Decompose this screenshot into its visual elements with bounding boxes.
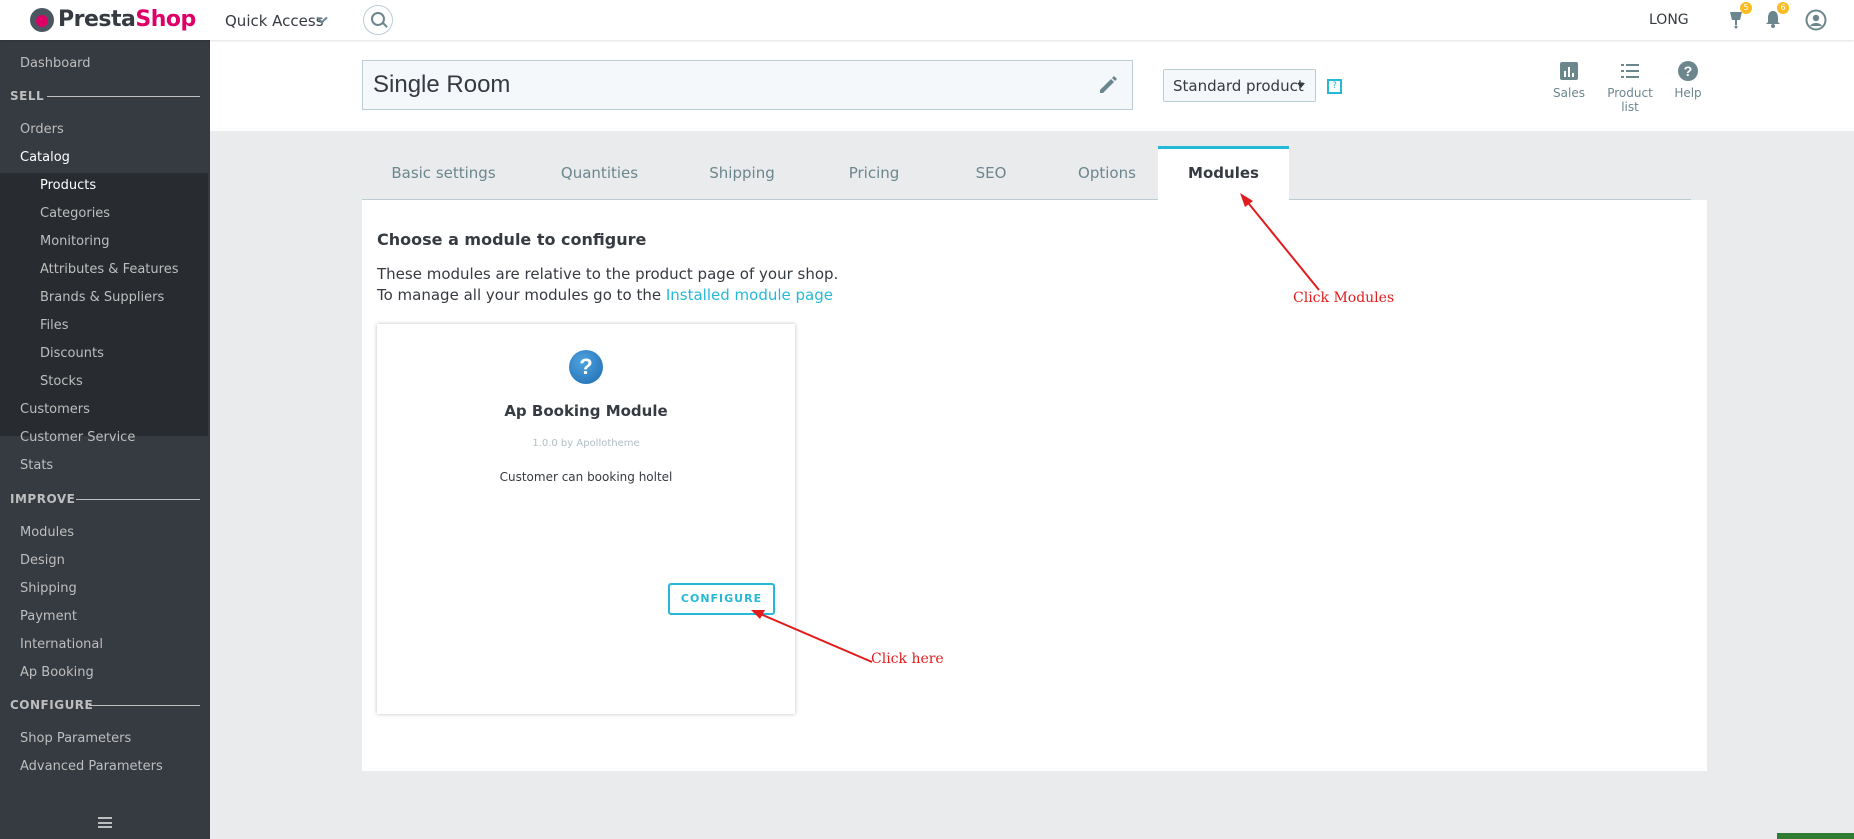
panel-title: Choose a module to configure	[377, 230, 647, 249]
annotation-click-here: Click here	[871, 651, 944, 667]
search-icon[interactable]	[363, 5, 393, 35]
quick-access-menu[interactable]: Quick Access	[225, 12, 324, 30]
sidebar-item-ap-booking[interactable]: Ap Booking	[20, 665, 94, 680]
help-icon: ?	[1677, 60, 1699, 82]
tab-shipping[interactable]: Shipping	[674, 146, 810, 200]
tab-seo[interactable]: SEO	[938, 146, 1044, 200]
product-type-select[interactable]: Standard product	[1163, 69, 1316, 102]
sidebar-item-products[interactable]: Products	[40, 178, 96, 193]
sidebar-item-files[interactable]: Files	[40, 318, 69, 333]
sidebar-section-sell: SELL	[10, 89, 45, 103]
installed-modules-link[interactable]: Installed module page	[666, 286, 833, 304]
sidebar-section-improve: IMPROVE	[10, 492, 76, 506]
product-type-help-icon[interactable]: ?	[1327, 79, 1342, 94]
sidebar-item-monitoring[interactable]: Monitoring	[40, 234, 110, 249]
annotation-click-modules: Click Modules	[1293, 290, 1395, 306]
section-divider	[76, 499, 200, 500]
tab-modules[interactable]: Modules	[1158, 146, 1289, 200]
product-name-input[interactable]: Single Room	[362, 60, 1133, 110]
sidebar-item-stats[interactable]: Stats	[20, 458, 53, 473]
panel-description-line2: To manage all your modules go to the Ins…	[377, 286, 833, 304]
sidebar-item-brands[interactable]: Brands & Suppliers	[40, 290, 164, 305]
tab-basic-settings[interactable]: Basic settings	[362, 146, 525, 200]
configure-button[interactable]: CONFIGURE	[668, 583, 775, 615]
sidebar-item-catalog[interactable]: Catalog	[20, 150, 70, 165]
tab-pricing[interactable]: Pricing	[812, 146, 936, 200]
sidebar-item-payment[interactable]: Payment	[20, 609, 77, 624]
svg-text:?: ?	[1684, 63, 1693, 79]
pencil-icon[interactable]	[1096, 73, 1120, 97]
sidebar-item-design[interactable]: Design	[20, 553, 65, 568]
sidebar-item-categories[interactable]: Categories	[40, 206, 110, 221]
puffin-logo-icon	[30, 7, 54, 32]
logo-text: PrestaShop	[58, 7, 196, 32]
menu-collapse-icon[interactable]	[98, 817, 112, 828]
module-description: Customer can booking holtel	[499, 470, 673, 484]
sales-button[interactable]: Sales	[1552, 60, 1586, 100]
orders-notification-icon[interactable]: 5	[1725, 2, 1752, 30]
orders-badge: 5	[1740, 2, 1752, 14]
panel-description: These modules are relative to the produc…	[377, 265, 839, 283]
module-question-icon: ?	[569, 350, 603, 384]
sidebar-item-customers[interactable]: Customers	[20, 402, 90, 417]
product-list-button[interactable]: Product list	[1597, 60, 1663, 114]
sidebar-item-discounts[interactable]: Discounts	[40, 346, 104, 361]
sidebar-item-advanced-parameters[interactable]: Advanced Parameters	[20, 759, 163, 774]
help-label: Help	[1674, 86, 1702, 100]
bell-icon[interactable]: 6	[1762, 2, 1789, 30]
sidebar-item-modules[interactable]: Modules	[20, 525, 74, 540]
prestashop-logo[interactable]: PrestaShop	[30, 7, 196, 32]
sidebar-section-configure: CONFIGURE	[10, 698, 94, 712]
top-header: PrestaShop Quick Access LONG 5 6	[0, 0, 1854, 40]
section-divider	[89, 705, 200, 706]
product-list-label: Product list	[1607, 86, 1653, 114]
list-icon	[1619, 60, 1641, 82]
tab-options[interactable]: Options	[1046, 146, 1168, 200]
sales-label: Sales	[1553, 86, 1585, 100]
sidebar-item-shipping[interactable]: Shipping	[20, 581, 77, 596]
sidebar-item-customer-service[interactable]: Customer Service	[20, 430, 135, 445]
chart-icon	[1558, 60, 1580, 82]
user-account-icon[interactable]	[1805, 9, 1827, 31]
sidebar-item-attributes[interactable]: Attributes & Features	[40, 262, 178, 277]
corner-widget[interactable]	[1777, 833, 1854, 839]
tab-quantities[interactable]: Quantities	[527, 146, 672, 200]
sidebar-item-dashboard[interactable]: Dashboard	[20, 56, 91, 71]
module-version: 1.0.0 by Apollotheme	[532, 438, 640, 449]
sidebar-item-international[interactable]: International	[20, 637, 103, 652]
sidebar-item-stocks[interactable]: Stocks	[40, 374, 83, 389]
caret-down-icon[interactable]	[1297, 83, 1305, 88]
help-button[interactable]: ? Help	[1670, 60, 1706, 100]
notifications-badge: 6	[1777, 2, 1789, 14]
section-divider	[47, 96, 200, 97]
module-name: Ap Booking Module	[504, 402, 668, 420]
sidebar-item-shop-parameters[interactable]: Shop Parameters	[20, 731, 131, 746]
shop-name[interactable]: LONG	[1649, 12, 1689, 28]
sidebar-item-orders[interactable]: Orders	[20, 122, 64, 137]
product-tabs: Basic settings Quantities Shipping Prici…	[362, 146, 1691, 200]
